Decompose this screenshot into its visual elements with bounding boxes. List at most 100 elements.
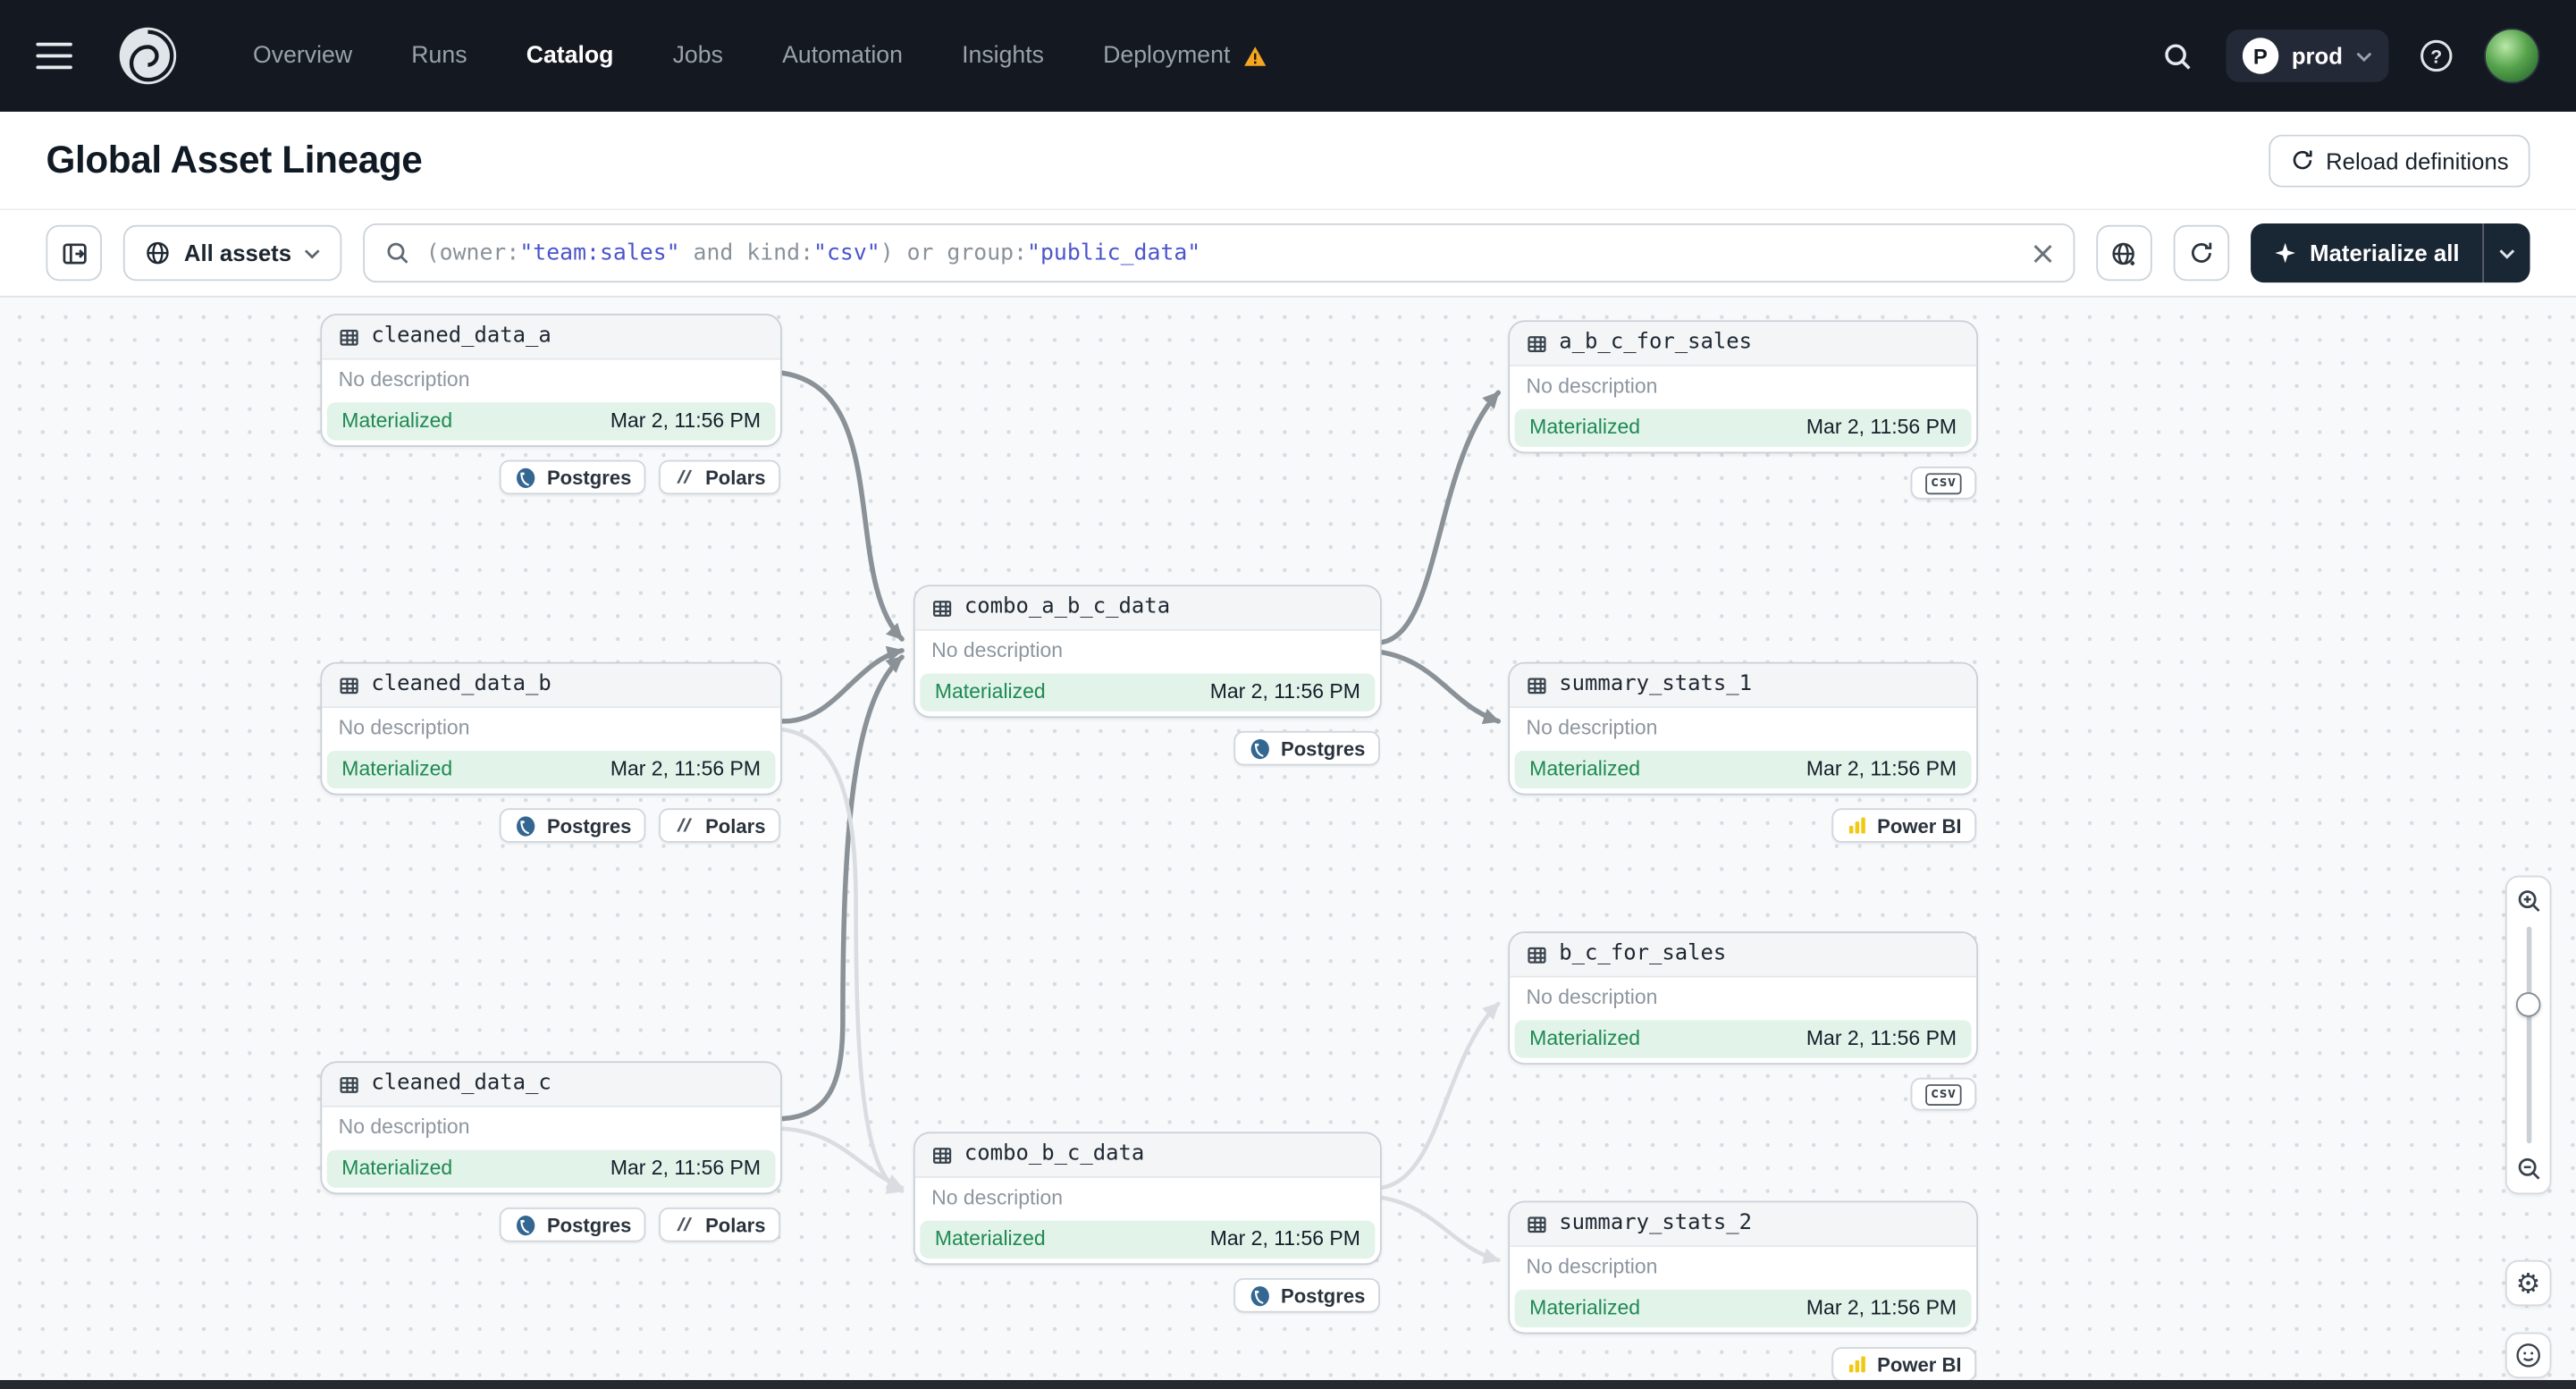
nav-item-deployment[interactable]: Deployment <box>1103 43 1267 69</box>
tag-postgres[interactable]: Postgres <box>499 459 646 495</box>
dagster-logo-icon[interactable] <box>115 23 181 89</box>
asset-tags: Postgres Polars <box>499 808 781 843</box>
powerbi-icon <box>1846 1354 1867 1376</box>
svg-text:?: ? <box>2430 47 2442 68</box>
zoom-in-icon[interactable] <box>2514 888 2542 915</box>
asset-node-combo_a_b_c_data[interactable]: combo_a_b_c_data No description Materializ… <box>913 585 1382 766</box>
tag-label: Polars <box>705 466 766 489</box>
zoom-out-icon[interactable] <box>2514 1155 2542 1183</box>
materialized-timestamp: Mar 2, 11:56 PM <box>610 1156 761 1180</box>
asset-filter-input[interactable]: (owner:"team:sales" and kind:"csv") or g… <box>363 223 2075 283</box>
asset-status-row[interactable]: Materialized Mar 2, 11:56 PM <box>326 1149 776 1188</box>
asset-status-row[interactable]: Materialized Mar 2, 11:56 PM <box>1514 1289 1972 1328</box>
asset-tags: Postgres Polars <box>499 459 781 495</box>
asset-status-row[interactable]: Materialized Mar 2, 11:56 PM <box>920 1220 1376 1259</box>
clear-filter-icon[interactable] <box>2033 242 2054 264</box>
asset-status-row[interactable]: Materialized Mar 2, 11:56 PM <box>920 673 1376 711</box>
asset-status-row[interactable]: Materialized Mar 2, 11:56 PM <box>326 750 776 789</box>
tag-postgres[interactable]: Postgres <box>1233 1277 1380 1313</box>
materialized-status: Materialized <box>1529 757 1641 781</box>
materialize-all-button[interactable]: Materialize all <box>2250 223 2530 283</box>
asset-status-row[interactable]: Materialized Mar 2, 11:56 PM <box>1514 408 1972 447</box>
materialized-status: Materialized <box>934 1226 1046 1250</box>
asset-scope-dropdown[interactable]: All assets <box>122 224 342 282</box>
face-icon <box>2513 1341 2543 1370</box>
warning-icon <box>1242 44 1267 69</box>
tag-polars[interactable]: Polars <box>659 808 781 843</box>
tag-powerbi[interactable]: Power BI <box>1831 808 1977 843</box>
nav-item-catalog[interactable]: Catalog <box>526 43 614 69</box>
asset-node-header[interactable]: cleaned_data_a <box>322 315 781 360</box>
asset-node-header[interactable]: a_b_c_for_sales <box>1510 322 1977 366</box>
asset-node-cleaned_data_b[interactable]: cleaned_data_b No description Materialized… <box>320 661 782 843</box>
nav-item-label: Automation <box>782 42 903 70</box>
open-side-panel-button[interactable] <box>46 224 102 282</box>
asset-name: cleaned_data_b <box>371 671 551 697</box>
reload-icon <box>2290 147 2315 173</box>
nav-item-overview[interactable]: Overview <box>253 43 352 69</box>
asset-node-header[interactable]: summary_stats_1 <box>1510 663 1977 709</box>
asset-scope-label: All assets <box>183 240 292 266</box>
help-icon[interactable]: ? <box>2415 35 2458 78</box>
globe-icon <box>145 240 171 265</box>
zoom-slider[interactable] <box>2515 926 2541 1144</box>
tag-postgres[interactable]: Postgres <box>499 808 646 843</box>
materialized-status: Materialized <box>1529 1026 1641 1050</box>
materialized-timestamp: Mar 2, 11:56 PM <box>610 757 761 781</box>
nav-item-jobs[interactable]: Jobs <box>673 43 723 69</box>
asset-node-header[interactable]: summary_stats_2 <box>1510 1202 1977 1248</box>
polars-icon <box>674 467 695 488</box>
asset-description: No description <box>338 367 470 391</box>
reload-definitions-button[interactable]: Reload definitions <box>2268 133 2530 187</box>
asset-name: cleaned_data_a <box>371 324 551 349</box>
nav-item-automation[interactable]: Automation <box>782 43 903 69</box>
materialized-timestamp: Mar 2, 11:56 PM <box>1209 1226 1360 1250</box>
tag-csv[interactable]: csv <box>1909 1077 1977 1111</box>
asset-node-cleaned_data_a[interactable]: cleaned_data_a No description Materialized… <box>320 314 782 495</box>
asset-node-combo_b_c_data[interactable]: combo_b_c_data No description Materialized… <box>913 1132 1382 1313</box>
nav-item-insights[interactable]: Insights <box>962 43 1044 69</box>
asset-node-b_c_for_sales[interactable]: b_c_for_sales No description Materialized M… <box>1508 931 1978 1111</box>
asset-name: combo_a_b_c_data <box>964 594 1171 619</box>
asset-node-header[interactable]: combo_a_b_c_data <box>914 586 1380 631</box>
deployment-initial: P <box>2242 38 2279 74</box>
tag-label: Power BI <box>1877 813 1962 838</box>
search-icon[interactable] <box>2157 35 2200 78</box>
menu-icon[interactable] <box>36 42 72 70</box>
help-feedback-button[interactable] <box>2504 1332 2552 1379</box>
asset-status-row[interactable]: Materialized Mar 2, 11:56 PM <box>1514 1020 1972 1058</box>
table-icon <box>931 597 953 619</box>
asset-tags: csv <box>1909 1077 1977 1111</box>
asset-node-cleaned_data_c[interactable]: cleaned_data_c No description Materialized… <box>320 1061 782 1242</box>
tag-polars[interactable]: Polars <box>659 1207 781 1242</box>
asset-status-row[interactable]: Materialized Mar 2, 11:56 PM <box>1514 750 1972 789</box>
asset-node-header[interactable]: combo_b_c_data <box>914 1133 1380 1178</box>
materialize-options-caret[interactable] <box>2482 223 2530 283</box>
settings-button[interactable]: ⚙ <box>2504 1259 2552 1307</box>
asset-node-summary_stats_1[interactable]: summary_stats_1 No description Materialize… <box>1508 661 1978 843</box>
nav-item-runs[interactable]: Runs <box>411 43 467 69</box>
tag-csv[interactable]: csv <box>1909 466 1977 500</box>
refresh-button[interactable] <box>2173 224 2230 282</box>
tag-postgres[interactable]: Postgres <box>1233 730 1380 766</box>
tag-polars[interactable]: Polars <box>659 459 781 495</box>
asset-node-header[interactable]: cleaned_data_c <box>322 1063 781 1107</box>
asset-name: a_b_c_for_sales <box>1559 330 1753 356</box>
asset-node-header[interactable]: b_c_for_sales <box>1510 932 1977 978</box>
deployment-switcher[interactable]: P prod <box>2226 29 2389 82</box>
query-token: "public_data" <box>1027 240 1201 266</box>
page-title: Global Asset Lineage <box>46 138 423 181</box>
tag-powerbi[interactable]: Power BI <box>1831 1347 1977 1380</box>
asset-name: b_c_for_sales <box>1559 941 1727 966</box>
asset-node-a_b_c_for_sales[interactable]: a_b_c_for_sales No description Materialize… <box>1508 320 1978 500</box>
user-avatar[interactable] <box>2484 28 2540 84</box>
globe-settings-button[interactable] <box>2096 224 2152 282</box>
asset-status-row[interactable]: Materialized Mar 2, 11:56 PM <box>326 402 776 441</box>
asset-node-header[interactable]: cleaned_data_b <box>322 663 781 709</box>
tag-postgres[interactable]: Postgres <box>499 1207 646 1242</box>
asset-node-summary_stats_2[interactable]: summary_stats_2 No description Materialize… <box>1508 1200 1978 1380</box>
zoom-slider-handle[interactable] <box>2515 992 2541 1017</box>
lineage-toolbar: All assets (owner:"team:sales" and kind:… <box>0 210 2576 296</box>
lineage-canvas[interactable]: cleaned_data_a No description Materialized… <box>0 295 2576 1380</box>
zoom-controls <box>2504 875 2552 1195</box>
